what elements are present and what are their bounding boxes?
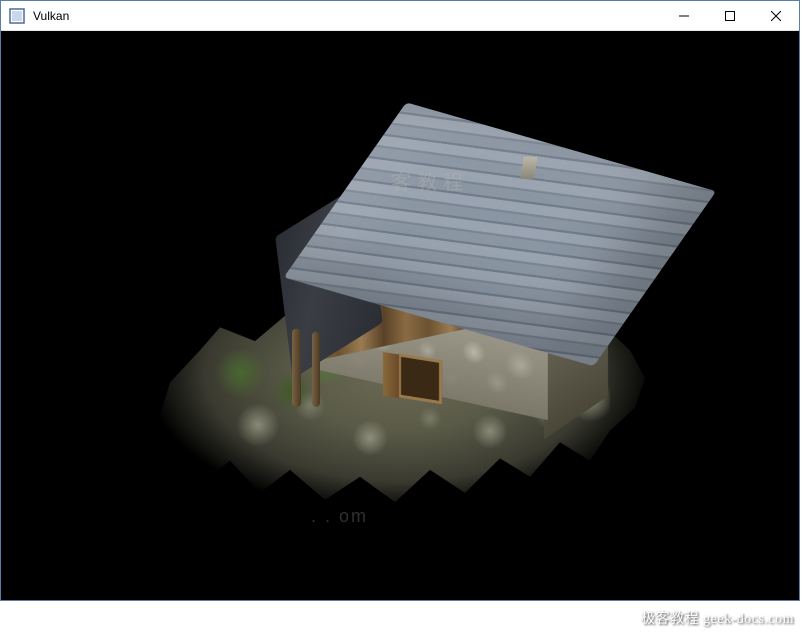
minimize-button[interactable] [661,1,707,30]
porch-post-right [312,331,320,406]
maximize-button[interactable] [707,1,753,30]
footer-credit: 极客教程 geek-docs.com [641,608,794,628]
porch-post-left [292,328,301,406]
scene-3d-model [120,76,680,536]
application-window: Vulkan [0,0,800,601]
titlebar-left: Vulkan [9,8,69,24]
window-controls [661,1,799,30]
window-title: Vulkan [33,9,69,23]
app-icon [9,8,25,24]
close-button[interactable] [753,1,799,30]
titlebar[interactable]: Vulkan [1,1,799,31]
cabin-window [398,353,442,404]
cabin-model [260,136,600,426]
render-viewport[interactable]: 客教程 . . om [1,31,799,600]
